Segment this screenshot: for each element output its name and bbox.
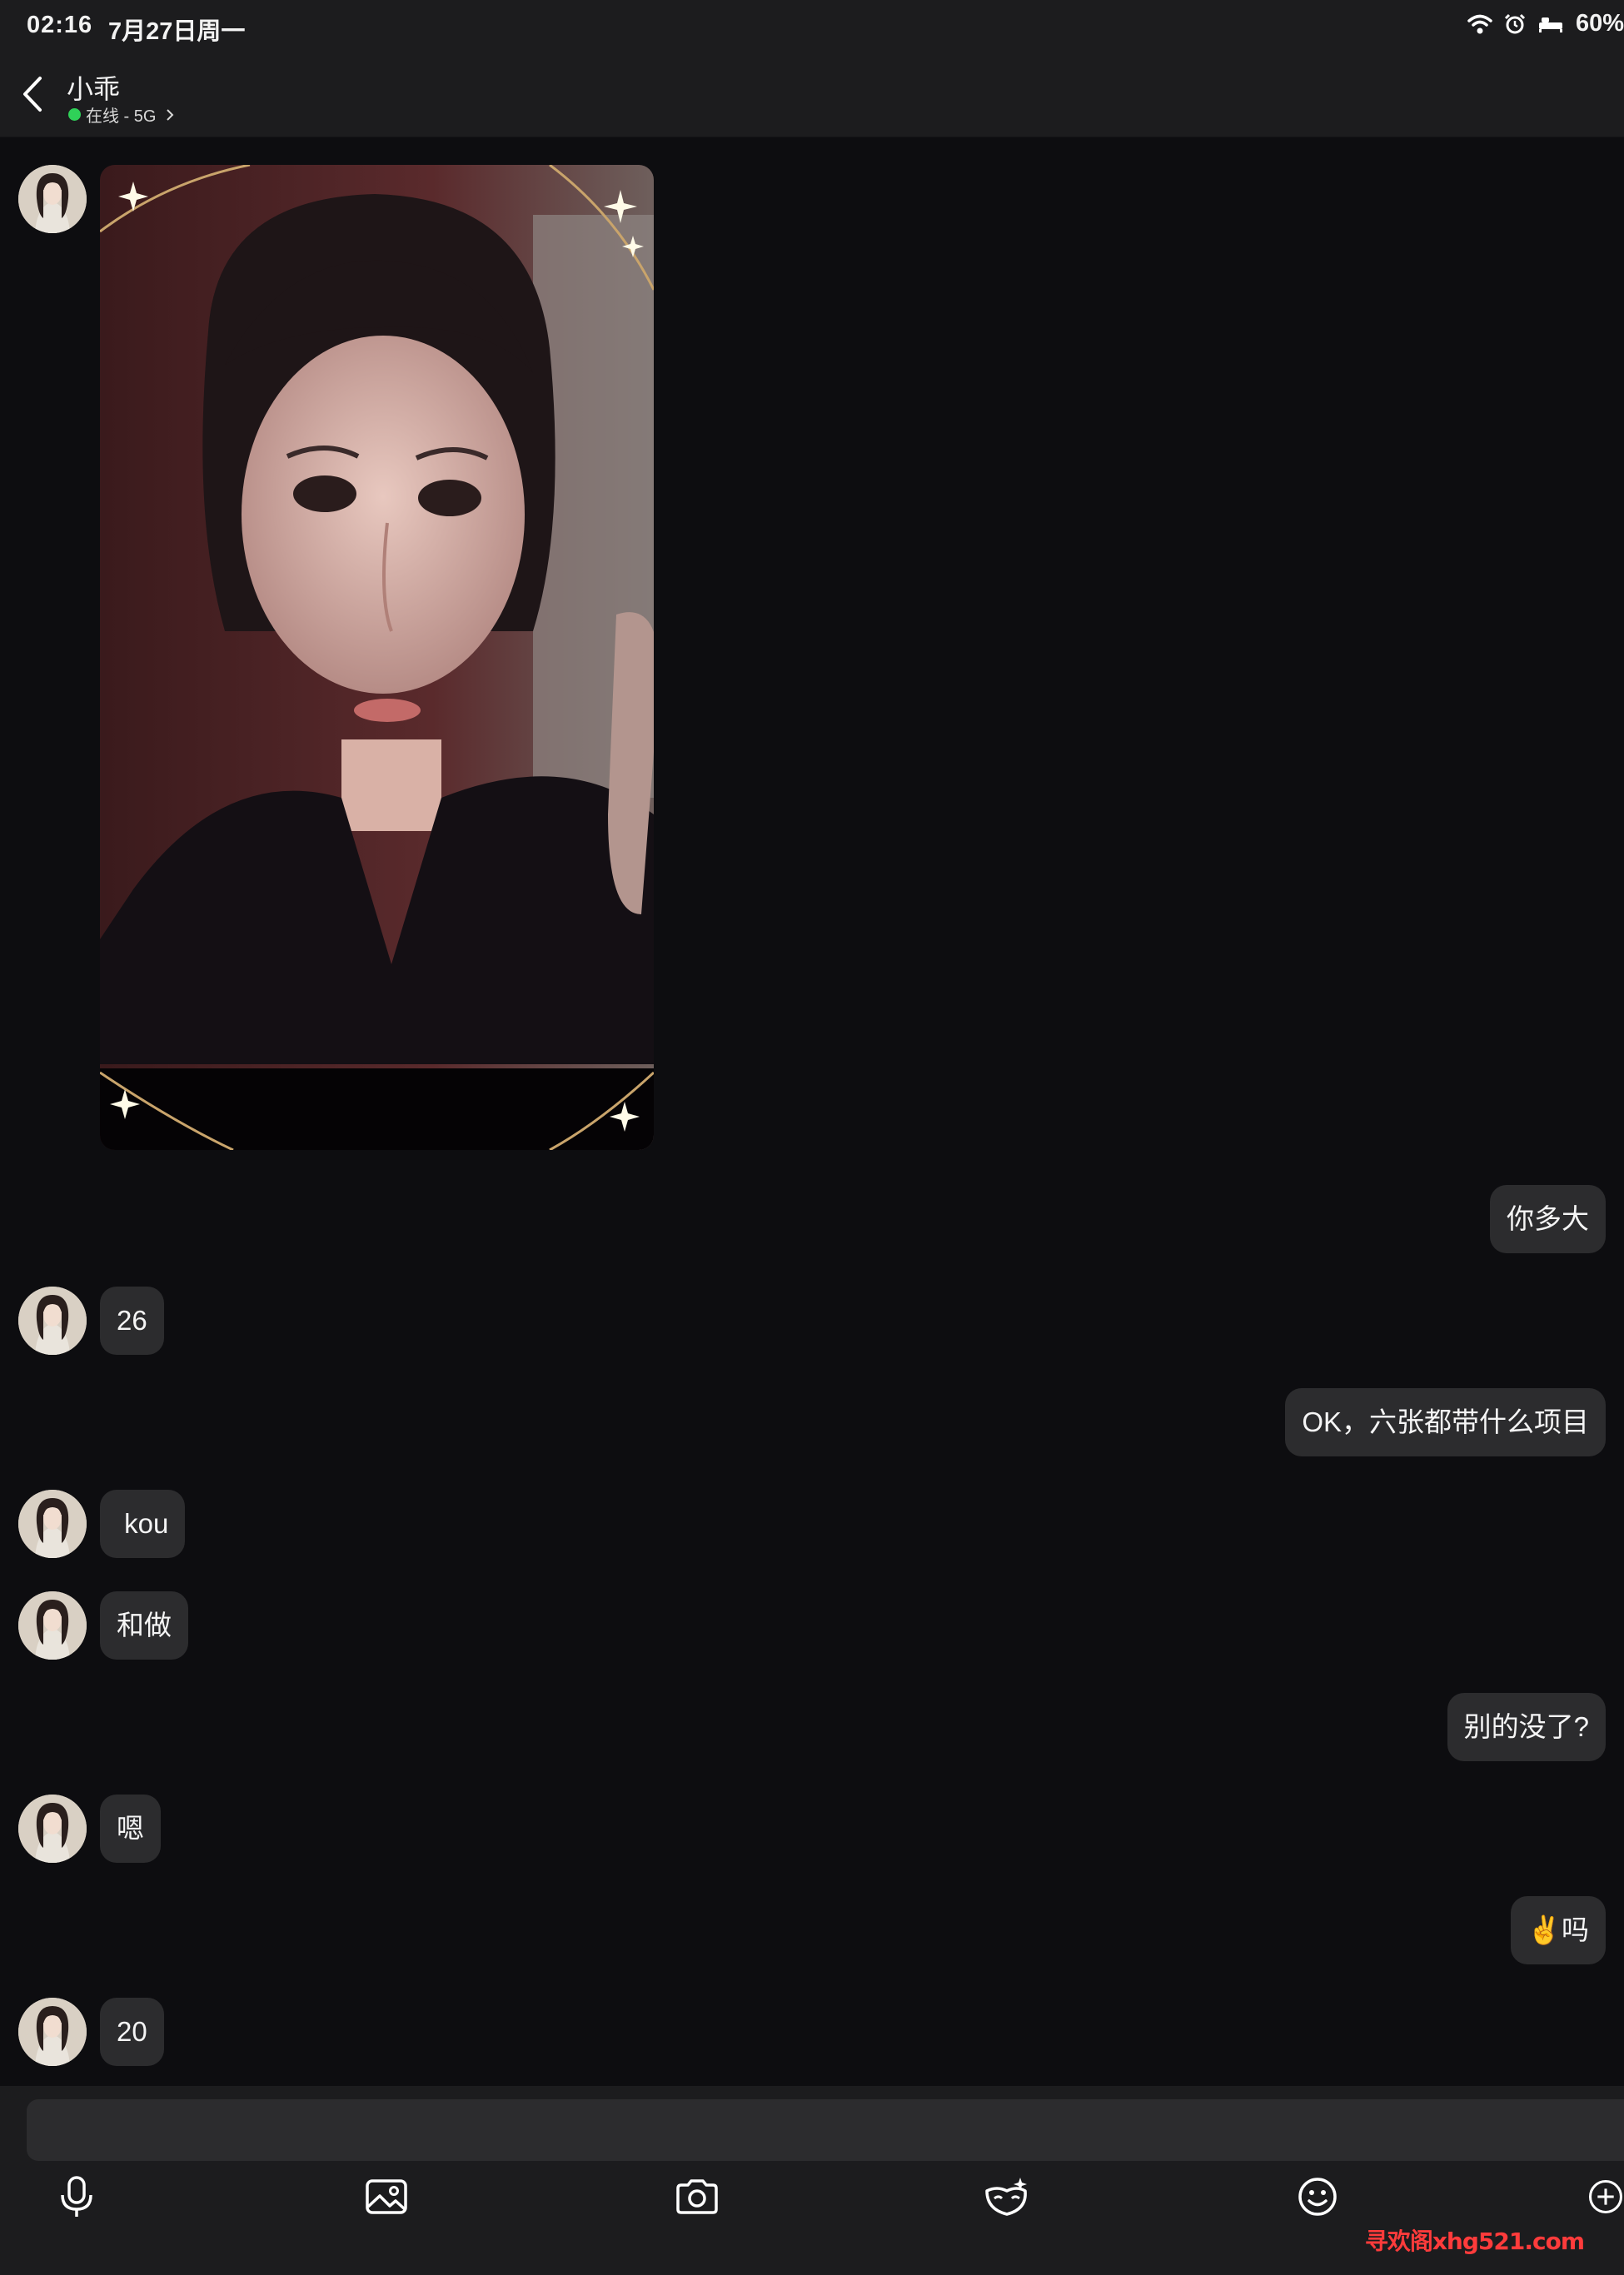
chat-screen: 02:16 7月27日周一 60% 小乖 在线 - 5G 你多大 26 OK，六… (0, 0, 1624, 2275)
message-text: ✌️吗 (1527, 1914, 1589, 1945)
outgoing-message[interactable]: 你多大 (1490, 1185, 1606, 1253)
wifi-icon (1467, 13, 1492, 35)
status-indicators: 60% (1467, 10, 1624, 37)
contact-name[interactable]: 小乖 (67, 68, 120, 107)
status-bar: 02:16 7月27日周一 60% (0, 0, 1624, 52)
incoming-message[interactable]: 和做 (100, 1591, 188, 1660)
incoming-message[interactable]: 26 (100, 1287, 164, 1355)
message-text: 别的没了? (1463, 1711, 1589, 1742)
status-time: 02:16 (27, 12, 93, 38)
message-text: 你多大 (1507, 1203, 1589, 1234)
contact-avatar[interactable] (18, 1287, 87, 1355)
message-text: 20 (117, 2016, 147, 2047)
microphone-icon[interactable] (52, 2172, 102, 2222)
contact-avatar[interactable] (18, 165, 87, 233)
status-date: 7月27日周一 (108, 18, 246, 45)
message-input[interactable] (27, 2099, 1624, 2161)
camera-icon[interactable] (672, 2172, 722, 2222)
chevron-left-icon (23, 77, 42, 112)
contact-avatar[interactable] (18, 1998, 87, 2066)
incoming-message[interactable]: 嗯 (100, 1795, 161, 1863)
outgoing-message[interactable]: ✌️吗 (1510, 1896, 1606, 1964)
incoming-message[interactable]: kou (100, 1490, 186, 1558)
outgoing-message[interactable]: 别的没了? (1447, 1693, 1606, 1761)
mask-sticker-icon[interactable] (982, 2172, 1032, 2222)
bed-icon (1537, 14, 1564, 34)
back-button[interactable] (18, 73, 52, 115)
message-text: OK，六张都带什么项目 (1302, 1406, 1589, 1437)
alarm-icon (1504, 13, 1526, 35)
presence-status[interactable]: 在线 - 5G (68, 102, 174, 127)
contact-avatar[interactable] (18, 1490, 87, 1558)
emoji-icon[interactable] (1293, 2172, 1343, 2222)
contact-avatar[interactable] (18, 1591, 87, 1660)
gallery-icon[interactable] (361, 2172, 411, 2222)
message-text: kou (117, 1508, 169, 1539)
presence-label: 在线 - 5G (86, 107, 157, 126)
image-message[interactable] (100, 165, 654, 1150)
watermark: 寻欢阁xhg521.com (1364, 2228, 1585, 2255)
incoming-message[interactable]: 20 (100, 1998, 164, 2066)
battery-percentage: 60% (1575, 10, 1624, 37)
chevron-right-icon (167, 108, 174, 121)
online-dot (68, 108, 81, 121)
message-text: 26 (117, 1305, 147, 1336)
message-text: 嗯 (117, 1813, 144, 1844)
outgoing-message[interactable]: OK，六张都带什么项目 (1285, 1388, 1606, 1456)
chat-header: 小乖 在线 - 5G (0, 52, 1624, 137)
plus-icon[interactable] (1587, 2172, 1624, 2222)
message-text: 和做 (117, 1610, 172, 1640)
contact-avatar[interactable] (18, 1795, 87, 1863)
